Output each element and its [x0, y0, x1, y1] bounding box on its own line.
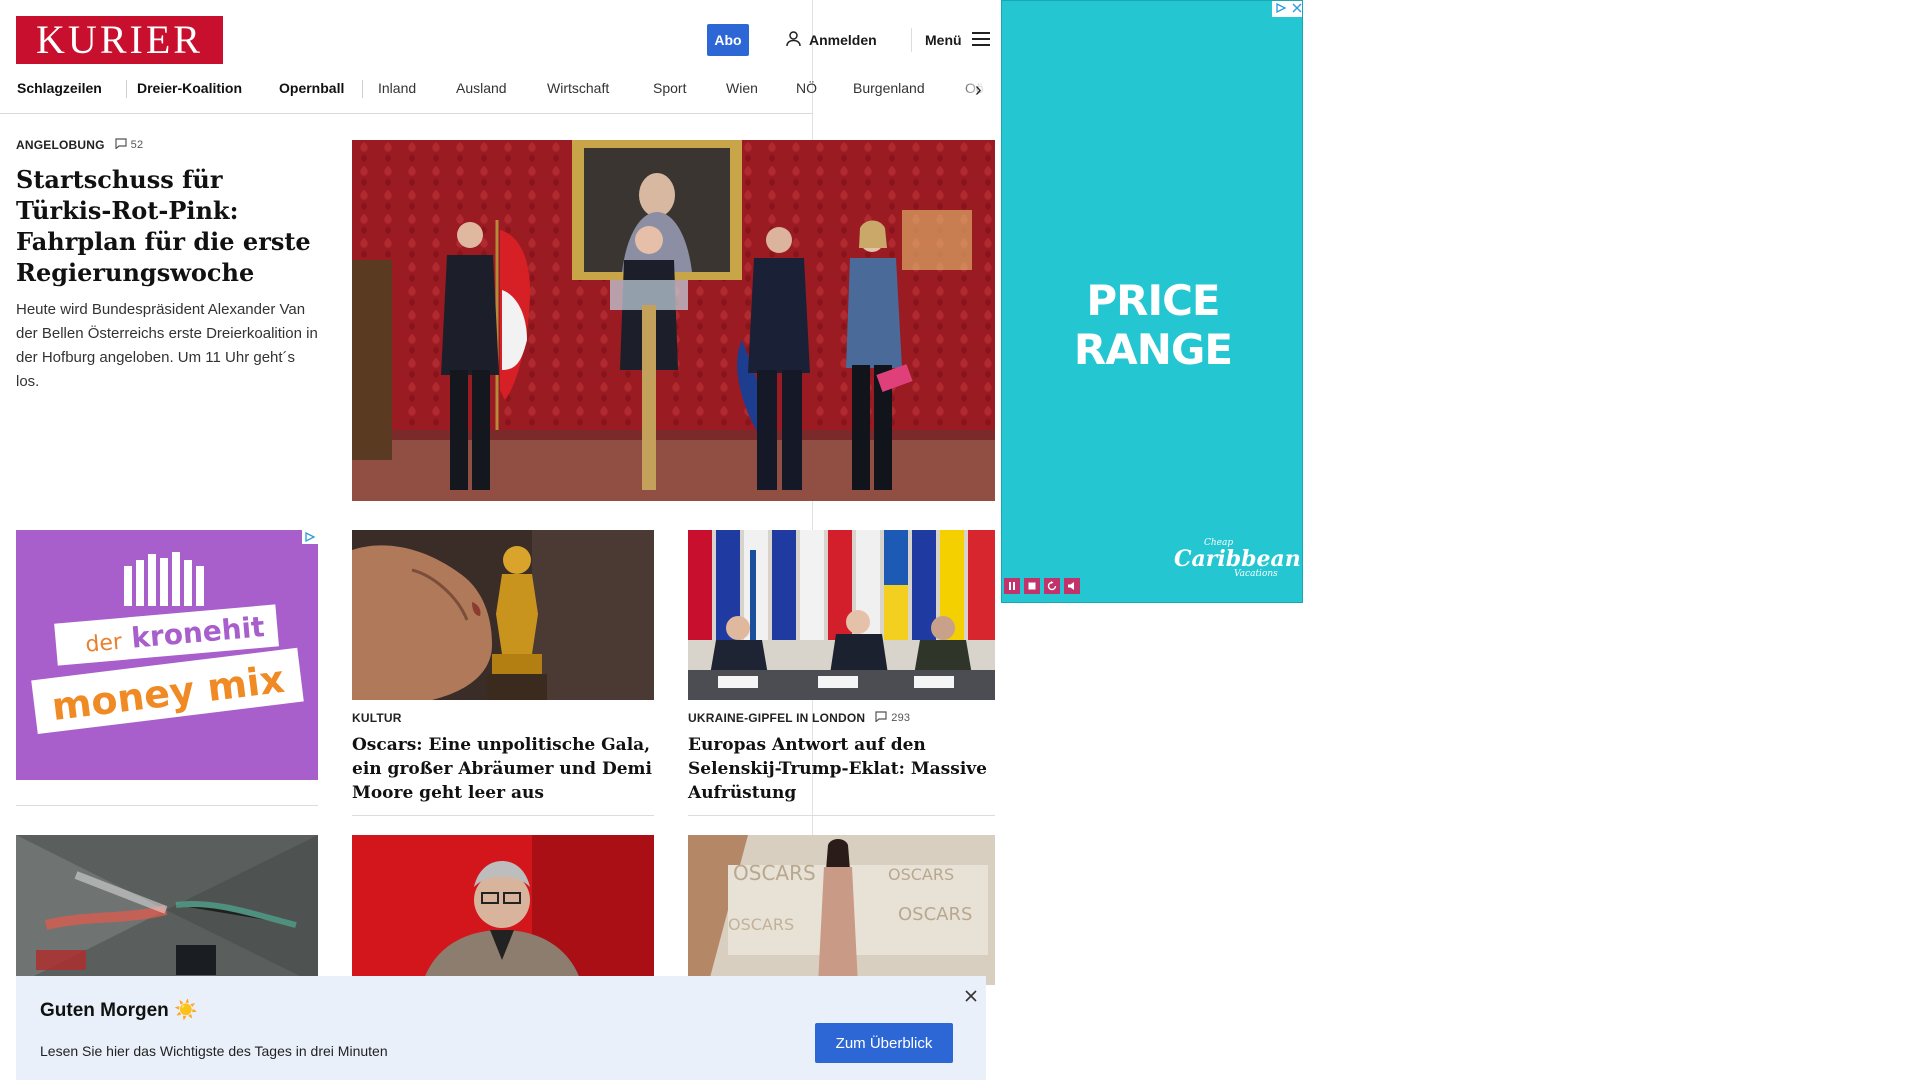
login-label: Anmelden	[809, 32, 877, 48]
svg-text:OSCARS: OSCARS	[898, 904, 972, 925]
user-icon	[786, 30, 801, 50]
comment-icon	[875, 711, 887, 725]
lead-headline[interactable]: Startschuss für Türkis-Rot-Pink: Fahrpla…	[16, 164, 321, 288]
divider	[16, 805, 318, 806]
nav-item-ausland[interactable]: Ausland	[456, 80, 507, 96]
divider	[688, 815, 995, 816]
banner-text: Lesen Sie hier das Wichtigste des Tages …	[40, 1043, 388, 1059]
nav-item-noe[interactable]: NÖ	[796, 80, 817, 96]
svg-text:OSCARS: OSCARS	[728, 915, 794, 934]
nav-divider	[362, 80, 363, 98]
ad-controls	[1272, 1, 1302, 18]
chevron-right-icon[interactable]: ›	[975, 80, 982, 100]
divider	[352, 815, 654, 816]
pause-icon[interactable]	[1004, 578, 1020, 594]
adchoices-icon[interactable]	[1275, 1, 1287, 18]
ad-headline: PRICE RANGE	[1073, 276, 1233, 374]
main-column: KURIER Abo Anmelden Menü Schlagzeilen Dr…	[0, 0, 1010, 1080]
article-card-oscars[interactable]: KULTUR Oscars: Eine unpolitische Gala, e…	[352, 711, 654, 805]
nav-item-wirtschaft[interactable]: Wirtschaft	[547, 80, 609, 96]
abo-button[interactable]: Abo	[707, 24, 749, 56]
section-nav: Schlagzeilen Dreier-Koalition Opernball …	[0, 70, 1010, 114]
comment-count-value: 52	[130, 139, 144, 151]
kronehit-name: kronehit	[129, 610, 266, 655]
caribbean-vacations-ad[interactable]: PRICE RANGE Cheap Caribbean Vacations	[1001, 0, 1303, 603]
svg-text:OSCARS: OSCARS	[888, 865, 954, 884]
card-headline[interactable]: Oscars: Eine unpolitische Gala, ein groß…	[352, 733, 654, 805]
lead-article[interactable]: ANGELOBUNG 52 Startschuss für Türkis-Rot…	[16, 138, 321, 394]
login-button[interactable]: Anmelden	[786, 30, 877, 50]
comment-icon	[115, 138, 127, 152]
kronehit-ad[interactable]: der kronehit money mix	[16, 530, 318, 780]
lead-teaser: Heute wird Bundespräsident Alexander Van…	[16, 301, 318, 390]
menu-label: Menü	[925, 32, 962, 48]
oscars-red-carpet-image[interactable]: OSCARS OSCARS OSCARS OSCARS	[688, 835, 995, 985]
lead-image[interactable]	[352, 140, 995, 501]
oscars-image[interactable]	[352, 530, 654, 700]
nav-item-opernball[interactable]: Opernball	[279, 80, 344, 96]
nav-item-sport[interactable]: Sport	[653, 80, 686, 96]
site-header: KURIER Abo Anmelden Menü	[0, 0, 990, 64]
nav-item-wien[interactable]: Wien	[726, 80, 758, 96]
comment-count[interactable]: 52	[115, 138, 144, 152]
comment-count[interactable]: 293	[875, 711, 910, 725]
lead-kicker-label: ANGELOBUNG	[16, 138, 105, 152]
lead-kicker: ANGELOBUNG 52	[16, 138, 321, 152]
mute-icon[interactable]	[1064, 578, 1080, 594]
replay-icon[interactable]	[1044, 578, 1060, 594]
caribbean-brand: Cheap Caribbean Vacations	[1174, 538, 1301, 580]
close-icon[interactable]	[963, 988, 979, 1004]
nav-item-schlagzeilen[interactable]: Schlagzeilen	[17, 80, 102, 96]
morning-briefing-banner: Guten Morgen ☀️ Lesen Sie hier das Wicht…	[16, 976, 986, 1080]
card-kicker: KULTUR	[352, 711, 654, 725]
kurier-logo[interactable]: KURIER	[16, 16, 223, 64]
nav-item-burgenland[interactable]: Burgenland	[853, 80, 925, 96]
kronehit-der: der	[84, 629, 124, 658]
card-kicker-label: KULTUR	[352, 711, 402, 725]
stop-icon[interactable]	[1024, 578, 1040, 594]
svg-text:OSCARS: OSCARS	[733, 861, 816, 885]
banner-title: Guten Morgen ☀️	[40, 1000, 198, 1021]
hamburger-icon	[971, 31, 990, 49]
ukraine-summit-image[interactable]	[688, 530, 995, 700]
traffic-image[interactable]	[16, 835, 318, 985]
nav-divider	[126, 80, 127, 98]
header-divider	[911, 28, 912, 52]
menu-button[interactable]: Menü	[925, 30, 990, 50]
article-card-ukraine[interactable]: UKRAINE-GIPFEL IN LONDON 293 Europas Ant…	[688, 711, 995, 805]
portrait-image[interactable]	[352, 835, 654, 985]
card-kicker-label: UKRAINE-GIPFEL IN LONDON	[688, 711, 866, 725]
card-kicker: UKRAINE-GIPFEL IN LONDON 293	[688, 711, 995, 725]
overview-button[interactable]: Zum Überblick	[815, 1023, 953, 1063]
close-ad-icon[interactable]	[1292, 1, 1302, 18]
nav-item-inland[interactable]: Inland	[378, 80, 416, 96]
nav-item-dreier-koalition[interactable]: Dreier-Koalition	[137, 80, 242, 96]
comment-count-value: 293	[891, 712, 911, 724]
card-headline[interactable]: Europas Antwort auf den Selenskij-Trump-…	[688, 733, 995, 805]
